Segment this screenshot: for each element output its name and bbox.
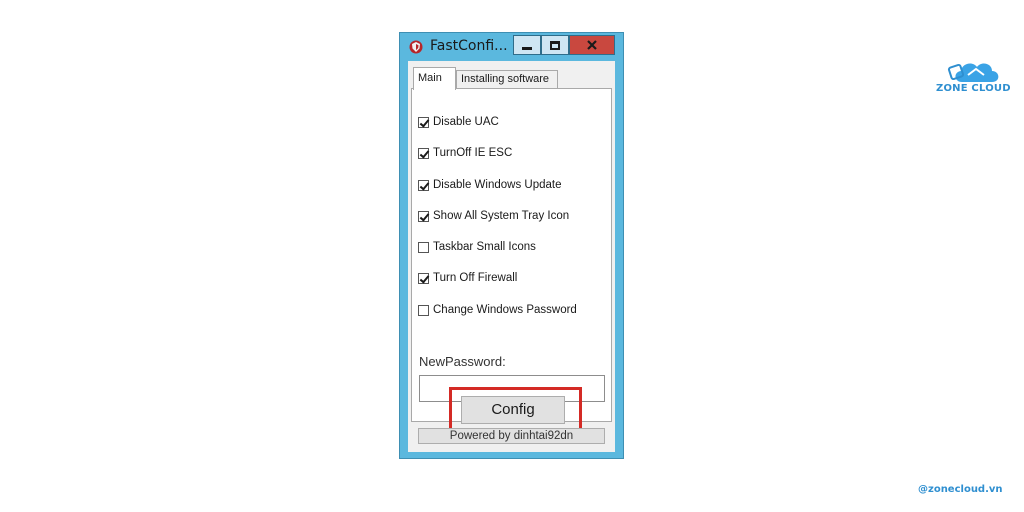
close-icon xyxy=(587,40,597,50)
option-taskbar-small-icons[interactable]: Taskbar Small Icons xyxy=(418,239,536,255)
maximize-button[interactable] xyxy=(541,35,569,55)
checkbox[interactable] xyxy=(418,210,429,222)
window-title: FastConfi... xyxy=(430,38,508,54)
checkbox[interactable] xyxy=(418,179,429,191)
title-bar[interactable]: FastConfi... xyxy=(400,33,623,59)
option-label: Taskbar Small Icons xyxy=(433,241,536,253)
option-disable-windows-update[interactable]: Disable Windows Update xyxy=(418,177,561,193)
brand-handle: @zonecloud.vn xyxy=(918,484,1003,495)
maximize-icon xyxy=(550,40,560,50)
config-button[interactable]: Config xyxy=(461,396,565,424)
close-button[interactable] xyxy=(569,35,615,55)
tab-installing-software[interactable]: Installing software xyxy=(456,70,558,89)
shield-icon xyxy=(409,40,423,54)
option-label: Disable Windows Update xyxy=(433,179,562,191)
tab-main[interactable]: Main xyxy=(413,67,456,90)
minimize-button[interactable] xyxy=(513,35,541,55)
checkbox[interactable] xyxy=(418,304,429,316)
main-tab-panel: Disable UAC TurnOff IE ESC Disable Windo… xyxy=(411,88,612,422)
new-password-label: NewPassword: xyxy=(419,354,506,369)
option-turn-off-firewall[interactable]: Turn Off Firewall xyxy=(418,270,517,286)
checkbox[interactable] xyxy=(418,241,429,253)
checkbox[interactable] xyxy=(418,147,429,159)
option-label: Turn Off Firewall xyxy=(433,272,518,284)
option-label: TurnOff IE ESC xyxy=(433,147,513,159)
minimize-icon xyxy=(522,46,532,50)
option-label: Disable UAC xyxy=(433,116,499,128)
option-label: Show All System Tray Icon xyxy=(433,210,570,222)
checkbox[interactable] xyxy=(418,116,429,128)
option-turnoff-ie-esc[interactable]: TurnOff IE ESC xyxy=(418,145,512,161)
brand-logo-text: ZONE CLOUD xyxy=(936,83,1011,94)
option-label: Change Windows Password xyxy=(433,304,577,316)
option-show-all-tray-icons[interactable]: Show All System Tray Icon xyxy=(418,208,569,224)
checkbox[interactable] xyxy=(418,272,429,284)
option-change-windows-password[interactable]: Change Windows Password xyxy=(418,302,577,318)
powered-by-button[interactable]: Powered by dinhtai92dn xyxy=(418,428,605,444)
fastconfig-window: FastConfi... Main Installing software Di… xyxy=(399,32,624,459)
tab-strip: Main Installing software xyxy=(411,67,613,90)
option-disable-uac[interactable]: Disable UAC xyxy=(418,114,499,130)
window-client-area: Main Installing software Disable UAC Tur… xyxy=(408,61,615,452)
